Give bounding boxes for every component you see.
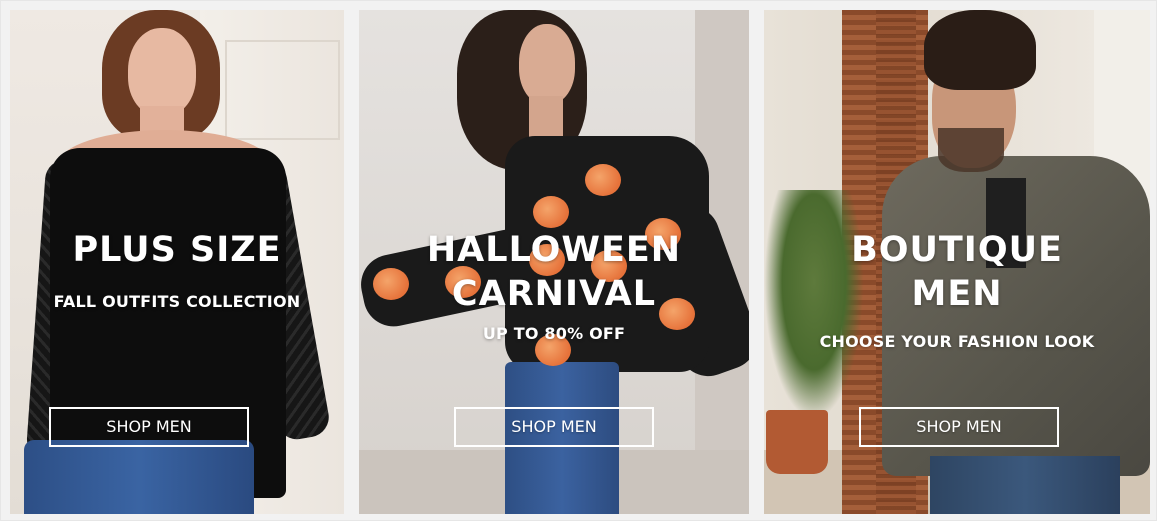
banner-title-line-2: CARNIVAL bbox=[451, 274, 657, 314]
promo-banner-grid: PLUS SIZE FALL OUTFITS COLLECTION SHOP M… bbox=[0, 0, 1157, 521]
banner-boutique-men[interactable]: BOUTIQUE MEN CHOOSE YOUR FASHION LOOK SH… bbox=[764, 10, 1150, 514]
banner-plus-size[interactable]: PLUS SIZE FALL OUTFITS COLLECTION SHOP M… bbox=[10, 10, 344, 514]
banner-title-line-1: BOUTIQUE bbox=[851, 230, 1063, 270]
banner-halloween-carnival[interactable]: HALLOWEEN CARNIVAL UP TO 80% OFF SHOP ME… bbox=[359, 10, 749, 514]
banner-title: PLUS SIZE bbox=[72, 230, 282, 270]
shop-men-button[interactable]: SHOP MEN bbox=[454, 407, 654, 447]
banner-subtitle: UP TO 80% OFF bbox=[482, 324, 626, 343]
banner-subtitle: CHOOSE YOUR FASHION LOOK bbox=[819, 332, 1095, 351]
banner-title-line-1: HALLOWEEN bbox=[426, 230, 682, 270]
shop-men-button[interactable]: SHOP MEN bbox=[859, 407, 1059, 447]
banner-subtitle: FALL OUTFITS COLLECTION bbox=[53, 292, 301, 311]
banner-title-line-2: MEN bbox=[911, 274, 1003, 314]
shop-men-button[interactable]: SHOP MEN bbox=[49, 407, 249, 447]
